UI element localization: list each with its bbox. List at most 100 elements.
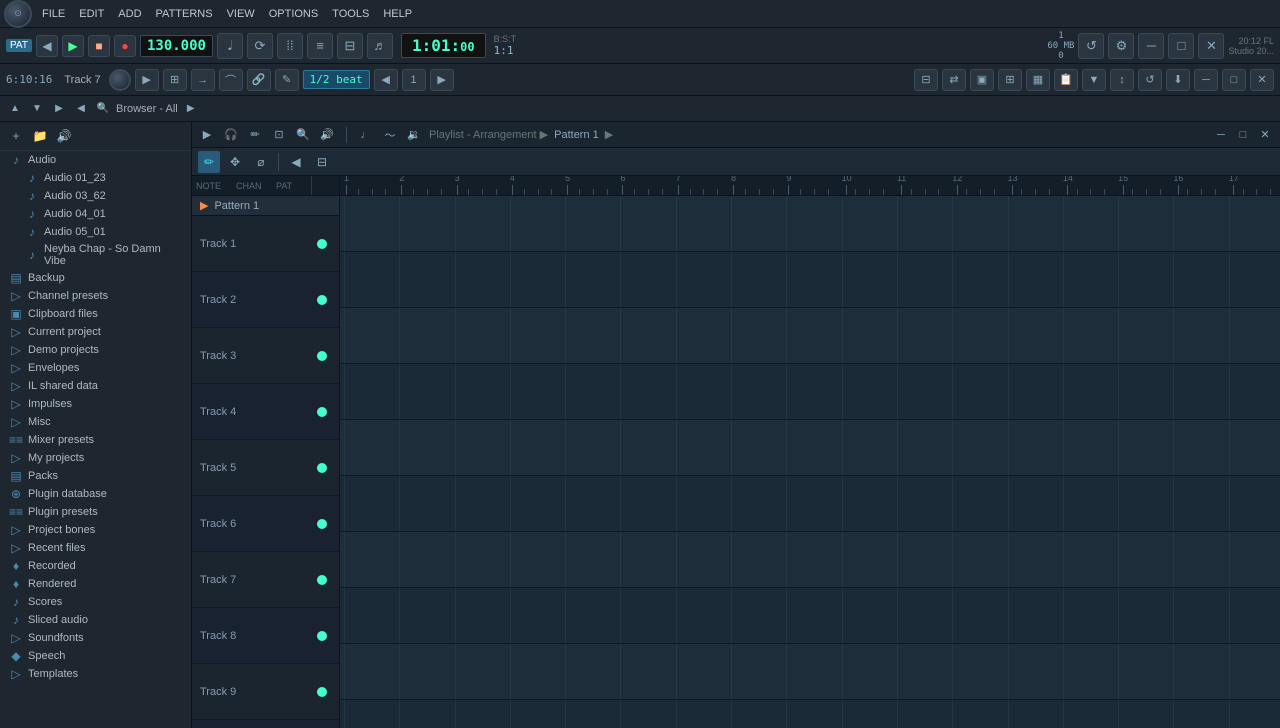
sidebar-item-plugin-presets[interactable]: ≡≡Plugin presets	[0, 503, 191, 521]
sidebar-item-impulses[interactable]: ▷Impulses	[0, 395, 191, 413]
playlist-minimize[interactable]: ─	[1212, 126, 1230, 144]
playlist-piano-btn[interactable]: ♩	[357, 126, 375, 144]
play-button[interactable]: ▶	[62, 35, 84, 57]
sidebar-item-mixer-presets[interactable]: ≡≡Mixer presets	[0, 431, 191, 449]
sec-right-4[interactable]: ⊞	[998, 69, 1022, 91]
track-row-9[interactable]: Track 9	[192, 664, 339, 720]
sidebar-item-audio[interactable]: ♪Audio	[0, 151, 191, 169]
sidebar-item-backup[interactable]: ▤Backup	[0, 269, 191, 287]
sidebar-item-soundfonts[interactable]: ▷Soundfonts	[0, 629, 191, 647]
sidebar-item-my-projects[interactable]: ▷My projects	[0, 449, 191, 467]
record-button[interactable]: ●	[114, 35, 136, 57]
menu-item-file[interactable]: FILE	[36, 6, 71, 22]
playlist-play-btn[interactable]: ▶	[198, 126, 216, 144]
sec-right-8[interactable]: ↕	[1110, 69, 1134, 91]
sec-tool4[interactable]: 🔗	[247, 69, 271, 91]
beat-prev[interactable]: ◀	[374, 69, 398, 91]
grid-row-4[interactable]	[340, 364, 1280, 420]
grid-row-6[interactable]	[340, 476, 1280, 532]
pattern-item[interactable]: ▶ Pattern 1	[192, 196, 339, 216]
menu-item-add[interactable]: ADD	[112, 6, 147, 22]
playlist-wave-btn[interactable]: 〜	[381, 126, 399, 144]
sec-right-9[interactable]: ↺	[1138, 69, 1162, 91]
menu-item-tools[interactable]: TOOLS	[326, 6, 375, 22]
sidebar-speaker-btn[interactable]: 🔊	[54, 126, 74, 146]
tool-timeline[interactable]: ⊟	[311, 151, 333, 173]
track-row-1[interactable]: Track 1	[192, 216, 339, 272]
sidebar-item-sliced-audio[interactable]: ♪Sliced audio	[0, 611, 191, 629]
track-row-2[interactable]: Track 2	[192, 272, 339, 328]
sidebar-item-speech[interactable]: ◆Speech	[0, 647, 191, 665]
sec-right-10[interactable]: ⬇	[1166, 69, 1190, 91]
beat-num[interactable]: 1	[402, 69, 426, 91]
sidebar-item-scores[interactable]: ♪Scores	[0, 593, 191, 611]
track-row-6[interactable]: Track 6	[192, 496, 339, 552]
track-row-7[interactable]: Track 7	[192, 552, 339, 608]
master-knob[interactable]: ⊙	[4, 0, 32, 28]
sec-right-1[interactable]: ⊟	[914, 69, 938, 91]
close-button[interactable]: ✕	[1198, 33, 1224, 59]
sec-tool3[interactable]: ⌒	[219, 69, 243, 91]
playlist-close[interactable]: ✕	[1256, 126, 1274, 144]
playlist-select-btn[interactable]: ⊡	[270, 126, 288, 144]
track-knob[interactable]	[109, 69, 131, 91]
track-row-3[interactable]: Track 3	[192, 328, 339, 384]
mixer-button[interactable]: ≡	[307, 33, 333, 59]
sec-right-minimize[interactable]: ─	[1194, 69, 1218, 91]
menu-item-options[interactable]: OPTIONS	[263, 6, 325, 22]
grid-row-3[interactable]	[340, 308, 1280, 364]
sidebar-item-project-bones[interactable]: ▷Project bones	[0, 521, 191, 539]
sec-right-2[interactable]: ⇄	[942, 69, 966, 91]
grid-row-9[interactable]	[340, 644, 1280, 700]
loop-button[interactable]: ⟳	[247, 33, 273, 59]
sidebar-add-btn[interactable]: +	[6, 126, 26, 146]
track-row-10[interactable]: Track 10	[192, 720, 339, 728]
browser-search[interactable]: 🔍	[94, 100, 112, 118]
restart-button[interactable]: ↺	[1078, 33, 1104, 59]
sec-right-close[interactable]: ✕	[1250, 69, 1274, 91]
track-row-4[interactable]: Track 4	[192, 384, 339, 440]
sec-tool2[interactable]: →	[191, 69, 215, 91]
playlist-pencil-btn[interactable]: ✏	[246, 126, 264, 144]
sidebar-item-audio0501[interactable]: ♪Audio 05_01	[0, 223, 191, 241]
sidebar-item-il-shared[interactable]: ▷IL shared data	[0, 377, 191, 395]
menu-item-help[interactable]: HELP	[377, 6, 418, 22]
sidebar-item-audio0362[interactable]: ♪Audio 03_62	[0, 187, 191, 205]
sidebar-item-packs[interactable]: ▤Packs	[0, 467, 191, 485]
sidebar-item-audio0123[interactable]: ♪Audio 01_23	[0, 169, 191, 187]
browser-arrow[interactable]: ▶	[182, 100, 200, 118]
sidebar-item-clipboard[interactable]: ▣Clipboard files	[0, 305, 191, 323]
playlist-speaker-btn[interactable]: 🔊	[318, 126, 336, 144]
sidebar-item-audio0401[interactable]: ♪Audio 04_01	[0, 205, 191, 223]
sec-right-5[interactable]: ▦	[1026, 69, 1050, 91]
tool-move[interactable]: ✥	[224, 151, 246, 173]
prev-button[interactable]: ◀	[36, 35, 58, 57]
grid-row-10[interactable]	[340, 700, 1280, 728]
beat-next[interactable]: ▶	[430, 69, 454, 91]
settings-button[interactable]: ⚙	[1108, 33, 1134, 59]
sec-right-7[interactable]: ▼	[1082, 69, 1106, 91]
sidebar-item-recorded[interactable]: ♦Recorded	[0, 557, 191, 575]
tool-select[interactable]: ⌀	[250, 151, 272, 173]
grid-row-1[interactable]	[340, 196, 1280, 252]
sec-tool5[interactable]: ✎	[275, 69, 299, 91]
stepseq-button[interactable]: ⁞⁞	[277, 33, 303, 59]
sec-right-6[interactable]: 📋	[1054, 69, 1078, 91]
sidebar-item-rendered[interactable]: ♦Rendered	[0, 575, 191, 593]
minimize-button[interactable]: ─	[1138, 33, 1164, 59]
track-row-5[interactable]: Track 5	[192, 440, 339, 496]
playlist-zoom-btn[interactable]: 🔍	[294, 126, 312, 144]
browser-back[interactable]: ◀	[72, 100, 90, 118]
sec-right-3[interactable]: ▣	[970, 69, 994, 91]
sidebar-item-misc[interactable]: ▷Misc	[0, 413, 191, 431]
sec-right-maximize[interactable]: □	[1222, 69, 1246, 91]
sidebar-item-neyba[interactable]: ♪Neyba Chap - So Damn Vibe	[0, 241, 191, 269]
sidebar-item-demo-projects[interactable]: ▷Demo projects	[0, 341, 191, 359]
bpm-display[interactable]: 130.000	[140, 35, 213, 57]
metronome-button[interactable]: 𝅘𝅥	[217, 33, 243, 59]
tool-draw[interactable]: ✏	[198, 151, 220, 173]
sec-play-btn[interactable]: ▶	[135, 69, 159, 91]
sidebar-item-templates[interactable]: ▷Templates	[0, 665, 191, 683]
playlist-maximize[interactable]: □	[1234, 126, 1252, 144]
sidebar-item-plugin-database[interactable]: ⊕Plugin database	[0, 485, 191, 503]
